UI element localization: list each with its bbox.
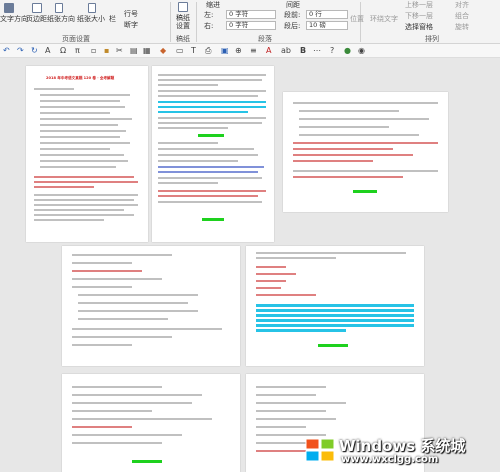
watermark-url: www.wxclgg.com bbox=[341, 454, 439, 465]
quick-access-toolbar: ↶ ↷ ↻ A Ω π ▫ ▪ ✂ ▤ ▦ ◆ ▭ T ⎙ ▣ ⊕ ≡ A ab… bbox=[0, 44, 500, 58]
page-icon[interactable]: ▪ bbox=[104, 46, 109, 56]
cut-icon[interactable]: ✂ bbox=[116, 46, 123, 56]
rotate-button[interactable]: 旋转 bbox=[455, 23, 469, 31]
print-icon[interactable]: ⎙ bbox=[205, 46, 211, 56]
draft-paper-button[interactable]: 稿纸设置 bbox=[176, 14, 190, 30]
group-button[interactable]: 组合 bbox=[455, 12, 469, 20]
document-page-3[interactable] bbox=[283, 92, 448, 212]
document-canvas[interactable]: 2018 年中考语文真题 120 卷 · 全考解题 Windows 系统城 ww… bbox=[0, 58, 500, 472]
space-before-input[interactable]: 0 行 bbox=[306, 10, 348, 19]
divider bbox=[196, 2, 197, 42]
more-icon[interactable]: ⋯ bbox=[313, 46, 321, 56]
zoom-icon[interactable]: ⊕ bbox=[235, 46, 242, 56]
paper-size-button[interactable]: 纸张大小 bbox=[77, 15, 105, 23]
document-page-1[interactable]: 2018 年中考语文真题 120 卷 · 全考解题 bbox=[26, 66, 148, 242]
save-icon[interactable]: ▣ bbox=[221, 46, 229, 56]
shape-icon[interactable]: ▭ bbox=[176, 46, 184, 56]
circle-icon[interactable]: ● bbox=[344, 46, 351, 56]
orientation-icon bbox=[55, 3, 63, 13]
new-doc-icon[interactable]: ▫ bbox=[91, 46, 96, 56]
selection-pane-button[interactable]: 选择窗格 bbox=[405, 23, 433, 31]
align-button[interactable]: 对齐 bbox=[455, 1, 469, 9]
undo-icon[interactable]: ↶ bbox=[3, 46, 10, 56]
position-button[interactable]: 位置 bbox=[350, 15, 364, 23]
arrange-group-label: 排列 bbox=[425, 35, 439, 43]
watermark-title: Windows 系统城 bbox=[339, 437, 466, 455]
indent-icon[interactable]: ≡ bbox=[250, 46, 257, 56]
ab-icon[interactable]: ab bbox=[281, 46, 291, 56]
margins-button[interactable]: 页边距 bbox=[26, 15, 47, 23]
indent-header: 缩进 bbox=[206, 1, 220, 9]
format-icon[interactable]: ▤ bbox=[130, 46, 138, 56]
paragraph-group-label: 段落 bbox=[258, 35, 272, 43]
line-numbers-button[interactable]: 行号 bbox=[124, 10, 138, 18]
bold-icon[interactable]: B bbox=[300, 46, 306, 56]
divider bbox=[170, 2, 171, 42]
paper-size-icon bbox=[88, 3, 96, 13]
highlighted-text bbox=[158, 101, 266, 103]
draft-paper-icon bbox=[178, 2, 188, 12]
record-icon[interactable]: ◉ bbox=[358, 46, 365, 56]
table-icon[interactable]: ▦ bbox=[143, 46, 151, 56]
spacing-header: 间距 bbox=[286, 1, 300, 9]
draft-group-label: 稿纸 bbox=[176, 35, 190, 43]
page-setup-group-label: 页面设置 bbox=[62, 35, 90, 43]
indent-right-label: 右: bbox=[204, 22, 214, 30]
document-page-2[interactable] bbox=[152, 66, 274, 242]
pi-icon[interactable]: π bbox=[75, 46, 80, 56]
help-icon[interactable]: ? bbox=[330, 46, 334, 56]
send-backward-button[interactable]: 下移一层 bbox=[405, 12, 433, 20]
omega-icon[interactable]: Ω bbox=[60, 46, 66, 56]
document-page-4[interactable] bbox=[62, 246, 240, 366]
indent-right-input[interactable]: 0 字符 bbox=[226, 21, 276, 30]
indent-left-input[interactable]: 0 字符 bbox=[226, 10, 276, 19]
green-highlight bbox=[198, 134, 224, 137]
eraser-icon[interactable]: ◆ bbox=[160, 46, 166, 56]
bring-forward-button[interactable]: 上移一层 bbox=[405, 1, 433, 9]
ribbon: 文字方向 页边距 纸张方向 纸张大小 栏 行号 断字 页面设置 稿纸设置 稿纸 … bbox=[0, 0, 500, 44]
page-title-text: 2018 年中考语文真题 120 卷 · 全考解题 bbox=[46, 76, 115, 80]
redo-icon[interactable]: ↷ bbox=[17, 46, 24, 56]
watermark: Windows 系统城 www.wxclgg.com bbox=[305, 433, 497, 469]
text-direction-button[interactable]: 文字方向 bbox=[0, 15, 28, 23]
text-icon[interactable]: T bbox=[191, 46, 196, 56]
refresh-icon[interactable]: ↻ bbox=[31, 46, 38, 56]
orientation-button[interactable]: 纸张方向 bbox=[47, 15, 75, 23]
wrap-text-button[interactable]: 环绕文字 bbox=[370, 15, 398, 23]
font-icon[interactable]: A bbox=[45, 46, 50, 56]
space-before-label: 段前: bbox=[284, 11, 301, 19]
indent-left-label: 左: bbox=[204, 11, 214, 19]
document-page-5[interactable] bbox=[246, 246, 424, 366]
text-direction-icon bbox=[4, 3, 14, 13]
space-after-label: 段后: bbox=[284, 22, 301, 30]
space-after-input[interactable]: 10 磅 bbox=[306, 21, 348, 30]
margins-icon bbox=[32, 3, 42, 13]
letter-a-icon[interactable]: A bbox=[266, 46, 271, 56]
hyphenation-button[interactable]: 断字 bbox=[124, 21, 138, 29]
document-page-6[interactable] bbox=[62, 374, 240, 472]
windows-logo-icon bbox=[305, 438, 335, 462]
columns-button[interactable]: 栏 bbox=[109, 15, 116, 23]
